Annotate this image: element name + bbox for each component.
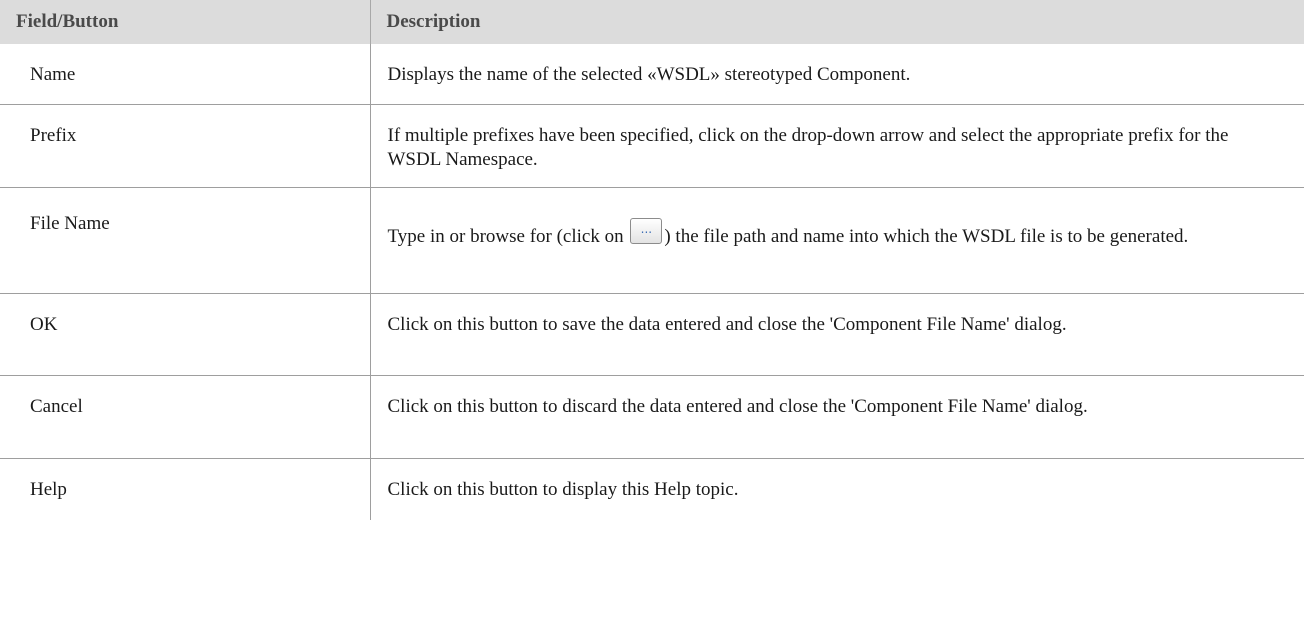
description-text-after: ) the file path and name into which the … [664, 225, 1189, 247]
description-text-before: Type in or browse for (click on [387, 225, 629, 247]
field-name-cell: OK [0, 293, 371, 376]
browse-ellipsis-icon: ... [630, 217, 663, 244]
description-cell: Click on this button to save the data en… [370, 293, 1304, 376]
table-row: Cancel Click on this button to discard t… [0, 375, 1304, 459]
description-cell: Displays the name of the selected «WSDL»… [370, 44, 1304, 105]
table-row: Name Displays the name of the selected «… [0, 44, 1304, 105]
table-row: Prefix If multiple prefixes have been sp… [0, 104, 1304, 188]
table-row: OK Click on this button to save the data… [0, 293, 1304, 376]
table-row: Help Click on this button to display thi… [0, 458, 1304, 520]
ellipsis-glyph: ... [640, 221, 653, 236]
description-cell: If multiple prefixes have been specified… [370, 104, 1304, 188]
description-cell: Click on this button to display this Hel… [387, 478, 739, 500]
field-name-cell: Prefix [0, 104, 371, 188]
table-header-row: Field/Button Description [0, 0, 1304, 44]
field-description-table: Field/Button Description Name Displays t… [0, 0, 1304, 520]
field-name-cell: Help [0, 458, 371, 520]
description-cell: Type in or browse for (click on ... ) the… [370, 187, 1304, 294]
description-cell: Click on this button to discard the data… [370, 375, 1304, 459]
field-name-cell: File Name [0, 187, 371, 294]
column-header-field: Field/Button [0, 0, 371, 44]
table-row: File Name Type in or browse for (click o… [0, 187, 1304, 294]
field-name-cell: Name [0, 44, 371, 105]
column-header-description: Description [370, 0, 1304, 44]
field-name-cell: Cancel [0, 375, 371, 459]
